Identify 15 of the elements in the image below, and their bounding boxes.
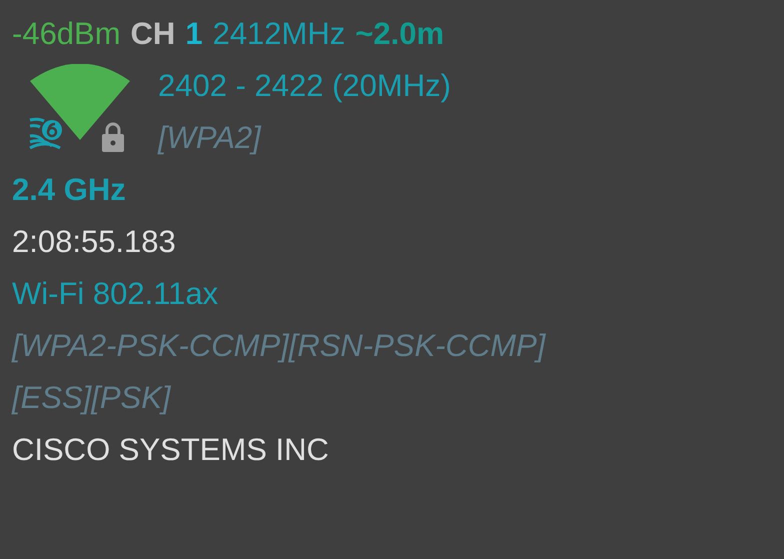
vendor: CISCO SYSTEMS INC xyxy=(12,431,329,469)
wifi-6-icon xyxy=(28,116,64,152)
timestamp: 2:08:55.183 xyxy=(12,223,176,261)
wifi-signal-icon xyxy=(30,64,130,140)
channel-range: 2402 - 2422 (20MHz) xyxy=(158,67,451,105)
signal-strength: -46dBm xyxy=(12,15,121,53)
band-label: 2.4 GHz xyxy=(12,171,126,209)
distance: ~2.0m xyxy=(355,15,444,53)
wifi-standard: Wi-Fi 802.11ax xyxy=(12,275,218,313)
security: [WPA2] xyxy=(158,119,262,157)
frequency: 2412MHz xyxy=(212,15,346,53)
channel-number: 1 xyxy=(185,15,203,53)
capabilities: [WPA2-PSK-CCMP][RSN-PSK-CCMP][ESS][PSK] xyxy=(12,327,547,417)
channel-label: CH xyxy=(130,15,176,53)
lock-icon xyxy=(100,122,126,152)
